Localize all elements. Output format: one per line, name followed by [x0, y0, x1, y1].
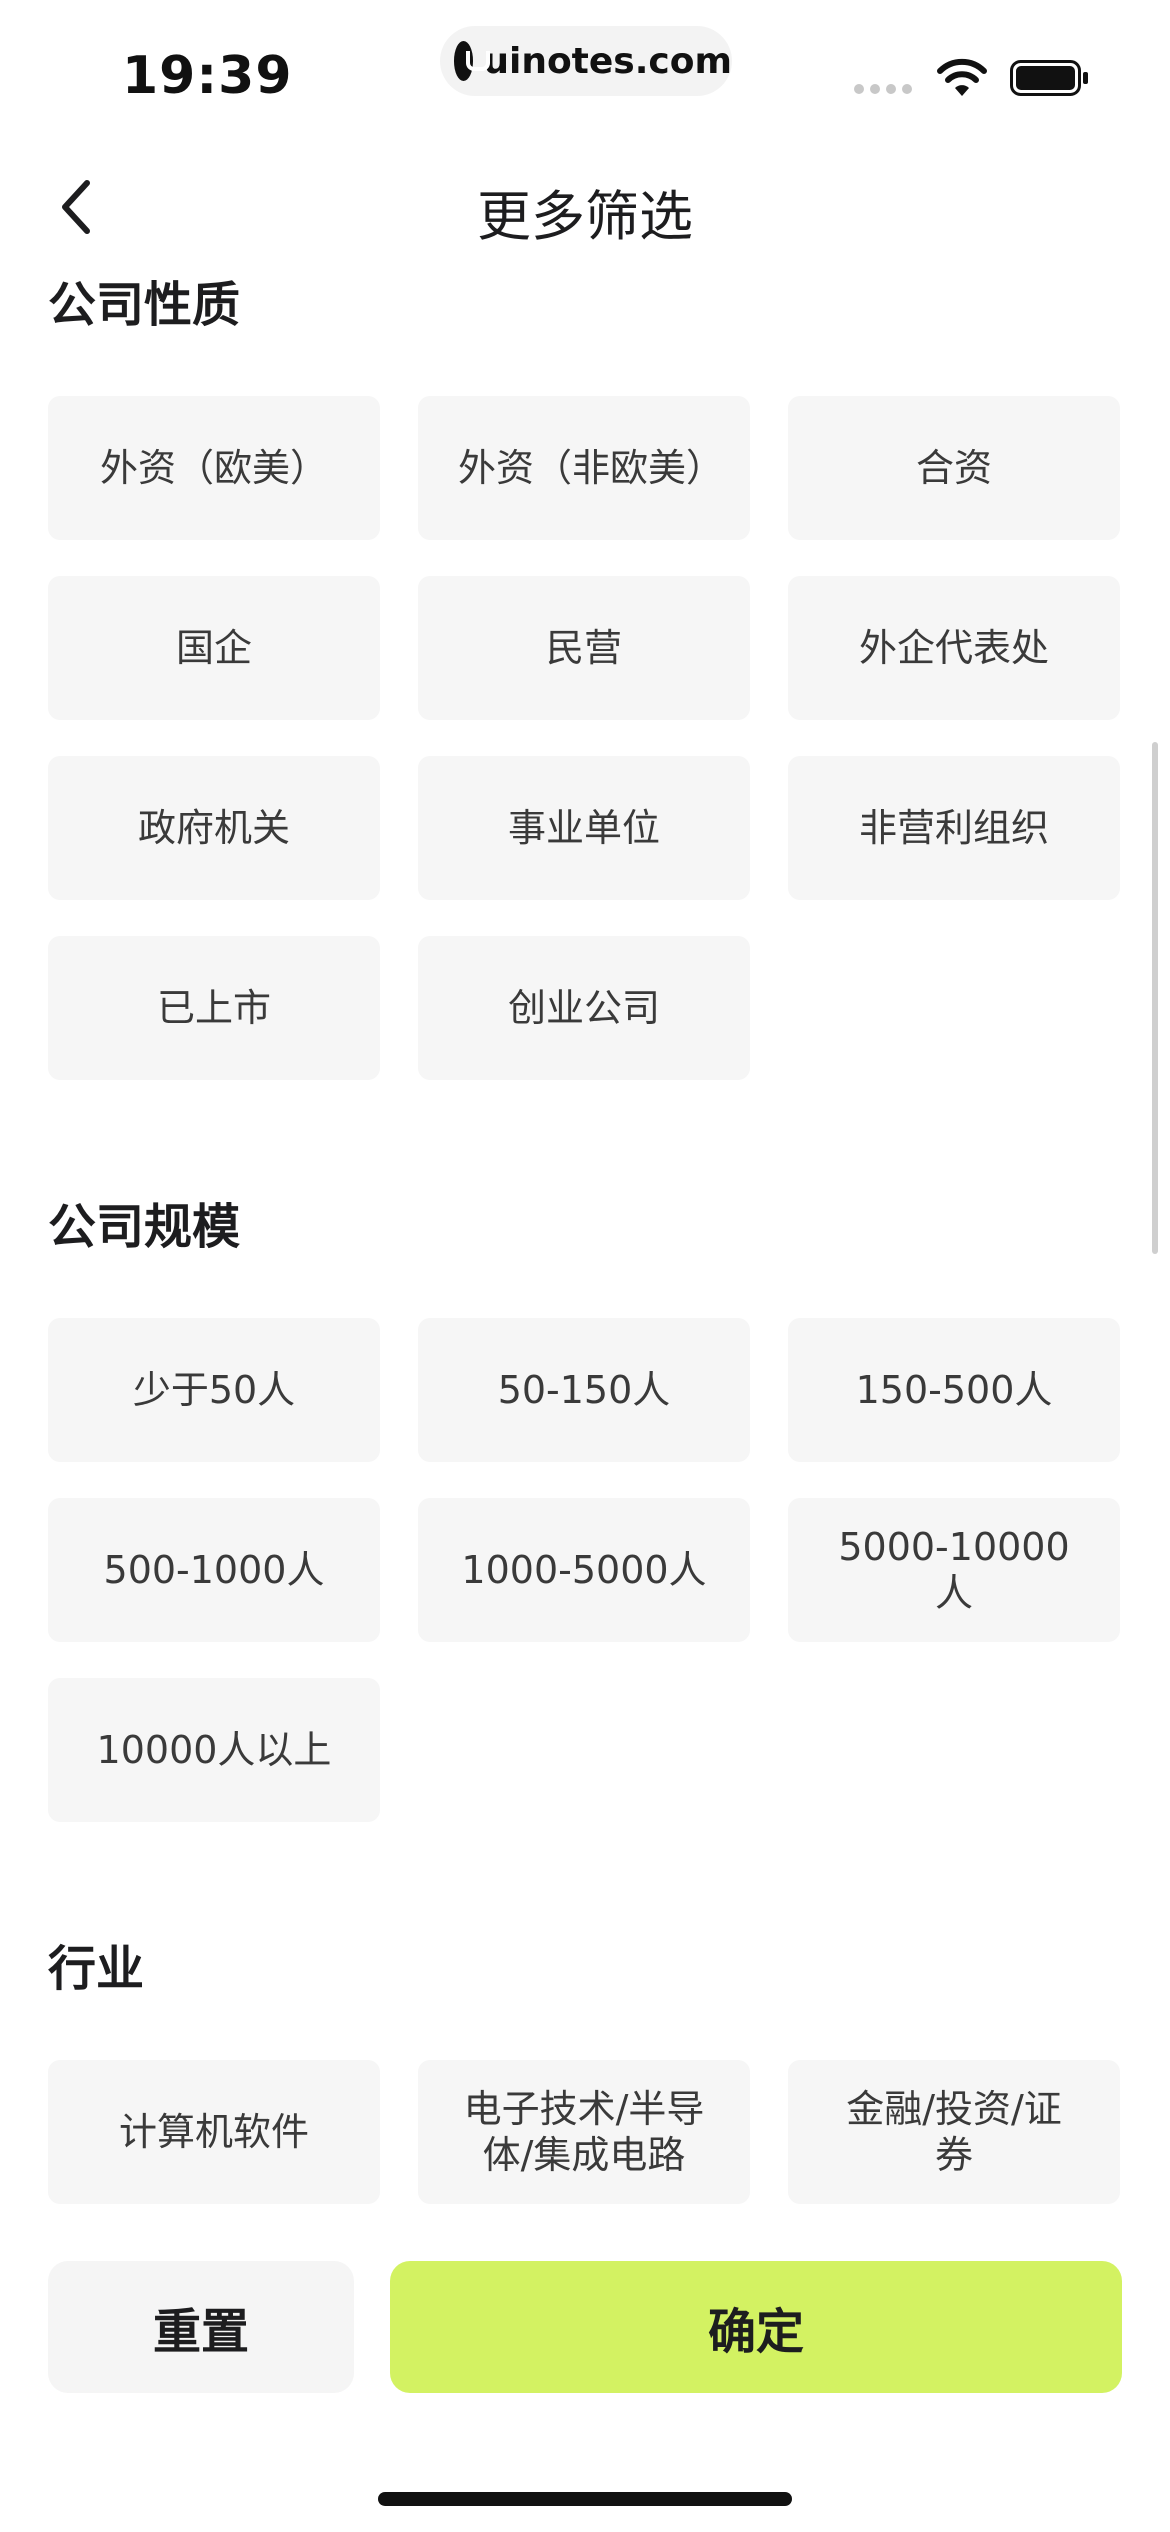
- option-chip[interactable]: 创业公司: [418, 936, 750, 1080]
- section-industry: 行业 计算机软件 电子技术/半导体/集成电路 金融/投资/证券: [0, 1924, 1170, 2225]
- option-chip[interactable]: 50-150人: [418, 1318, 750, 1462]
- option-chip[interactable]: 电子技术/半导体/集成电路: [418, 2060, 750, 2204]
- option-chip[interactable]: 非营利组织: [788, 756, 1120, 900]
- option-chip[interactable]: 150-500人: [788, 1318, 1120, 1462]
- option-chip[interactable]: 计算机软件: [48, 2060, 380, 2204]
- option-chip[interactable]: 10000人以上: [48, 1678, 380, 1822]
- option-chip[interactable]: 政府机关: [48, 756, 380, 900]
- url-text: uinotes.com: [483, 40, 732, 82]
- option-chip[interactable]: 外资（非欧美）: [418, 396, 750, 540]
- option-chip[interactable]: 外资（欧美）: [48, 396, 380, 540]
- battery-icon: [1010, 60, 1088, 96]
- option-chip[interactable]: 国企: [48, 576, 380, 720]
- option-chip[interactable]: 金融/投资/证券: [788, 2060, 1120, 2204]
- section-title: 行业: [48, 1941, 145, 1997]
- reset-button[interactable]: 重置: [48, 2261, 354, 2393]
- status-bar: 19:39 uinotes.com: [0, 0, 1170, 140]
- scroll-indicator[interactable]: [1152, 742, 1158, 1254]
- option-chip[interactable]: 民营: [418, 576, 750, 720]
- option-grid: 外资（欧美） 外资（非欧美） 合资 国企 民营 外企代表处 政府机关 事业单位 …: [48, 396, 1122, 1080]
- option-chip[interactable]: 合资: [788, 396, 1120, 540]
- option-chip[interactable]: 少于50人: [48, 1318, 380, 1462]
- status-time: 19:39: [122, 46, 293, 106]
- option-chip[interactable]: 500-1000人: [48, 1498, 380, 1642]
- option-chip[interactable]: 事业单位: [418, 756, 750, 900]
- option-chip[interactable]: 1000-5000人: [418, 1498, 750, 1642]
- wifi-icon: [937, 58, 987, 96]
- section-company-size: 公司规模 少于50人 50-150人 150-500人 500-1000人 10…: [0, 1182, 1170, 1822]
- home-indicator: [378, 2492, 792, 2506]
- url-pill[interactable]: uinotes.com: [440, 26, 732, 96]
- site-logo-icon: [454, 41, 491, 81]
- option-grid: 少于50人 50-150人 150-500人 500-1000人 1000-50…: [48, 1318, 1122, 1822]
- option-grid: 计算机软件 电子技术/半导体/集成电路 金融/投资/证券: [48, 2060, 1122, 2225]
- footer-actions: 重置 确定: [0, 2225, 1170, 2532]
- page-title: 更多筛选: [477, 185, 693, 248]
- confirm-button[interactable]: 确定: [390, 2261, 1122, 2393]
- section-company-type: 公司性质 外资（欧美） 外资（非欧美） 合资 国企 民营 外企代表处 政府机关 …: [0, 260, 1170, 1080]
- option-chip[interactable]: 5000-10000人: [788, 1498, 1120, 1642]
- section-title: 公司规模: [48, 1199, 241, 1255]
- section-title: 公司性质: [48, 277, 241, 333]
- option-chip[interactable]: 已上市: [48, 936, 380, 1080]
- cellular-signal-icon: [854, 84, 912, 94]
- nav-bar: 更多筛选: [0, 150, 1170, 260]
- option-chip[interactable]: 外企代表处: [788, 576, 1120, 720]
- filter-content[interactable]: 公司性质 外资（欧美） 外资（非欧美） 合资 国企 民营 外企代表处 政府机关 …: [0, 260, 1170, 2225]
